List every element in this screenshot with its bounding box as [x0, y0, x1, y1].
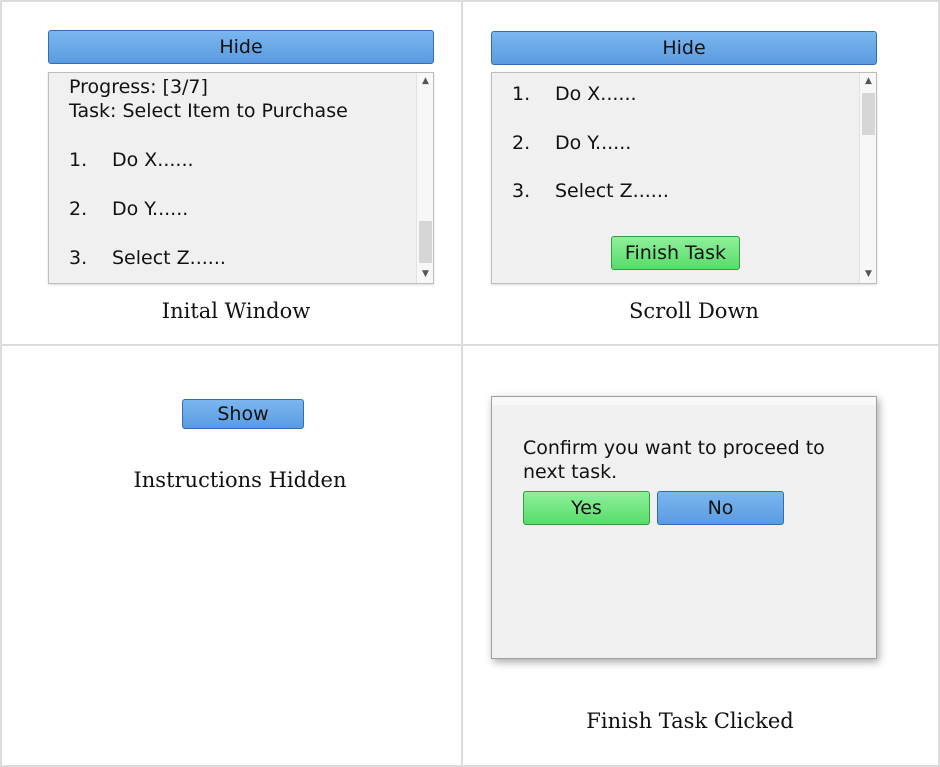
progress-label: Progress: [3/7] — [69, 76, 208, 98]
caption-finish-task-clicked: Finish Task Clicked — [586, 709, 794, 733]
caption-scroll-down: Scroll Down — [629, 299, 759, 323]
hide-button[interactable]: Hide — [48, 30, 434, 64]
no-button[interactable]: No — [657, 491, 784, 525]
scroll-thumb[interactable] — [862, 93, 875, 135]
grid-divider-vertical — [461, 0, 463, 767]
list-item-number: 2. — [512, 132, 531, 154]
hide-button[interactable]: Hide — [491, 31, 877, 65]
list-item: Do X...... — [555, 83, 637, 105]
show-button[interactable]: Show — [182, 399, 304, 429]
list-item-number: 3. — [69, 247, 88, 269]
scrollbar[interactable]: ▲ ▼ — [416, 73, 433, 283]
list-item-number: 3. — [512, 180, 531, 202]
instructions-panel: Progress: [3/7] Task: Select Item to Pur… — [48, 72, 434, 284]
scroll-up-arrow-icon[interactable]: ▲ — [417, 73, 433, 90]
caption-initial-window: Inital Window — [161, 299, 311, 323]
instructions-panel-scrolled: 1. Do X...... 2. Do Y...... 3. Select Z.… — [491, 72, 877, 284]
confirm-dialog: Confirm you want to proceed to next task… — [491, 396, 877, 659]
list-item: Select Z...... — [112, 247, 226, 269]
finish-task-button[interactable]: Finish Task — [611, 236, 740, 270]
list-item: Do X...... — [112, 149, 194, 171]
list-item-number: 1. — [512, 83, 531, 105]
list-item: Do Y...... — [112, 198, 189, 220]
confirm-message: next task. — [523, 461, 618, 483]
task-label: Task: Select Item to Purchase — [69, 100, 348, 122]
list-item: Select Z...... — [555, 180, 669, 202]
list-item-number: 1. — [69, 149, 88, 171]
scroll-thumb[interactable] — [419, 221, 432, 263]
scroll-down-arrow-icon[interactable]: ▼ — [860, 266, 876, 283]
dialog-title-bar — [492, 397, 876, 405]
confirm-message: Confirm you want to proceed to — [523, 437, 825, 459]
scroll-up-arrow-icon[interactable]: ▲ — [860, 73, 876, 90]
scroll-down-arrow-icon[interactable]: ▼ — [417, 266, 433, 283]
caption-instructions-hidden: Instructions Hidden — [133, 468, 347, 492]
list-item: Do Y...... — [555, 132, 632, 154]
grid-divider-horizontal — [0, 344, 940, 346]
list-item-number: 2. — [69, 198, 88, 220]
yes-button[interactable]: Yes — [523, 491, 650, 525]
scrollbar[interactable]: ▲ ▼ — [859, 73, 876, 283]
